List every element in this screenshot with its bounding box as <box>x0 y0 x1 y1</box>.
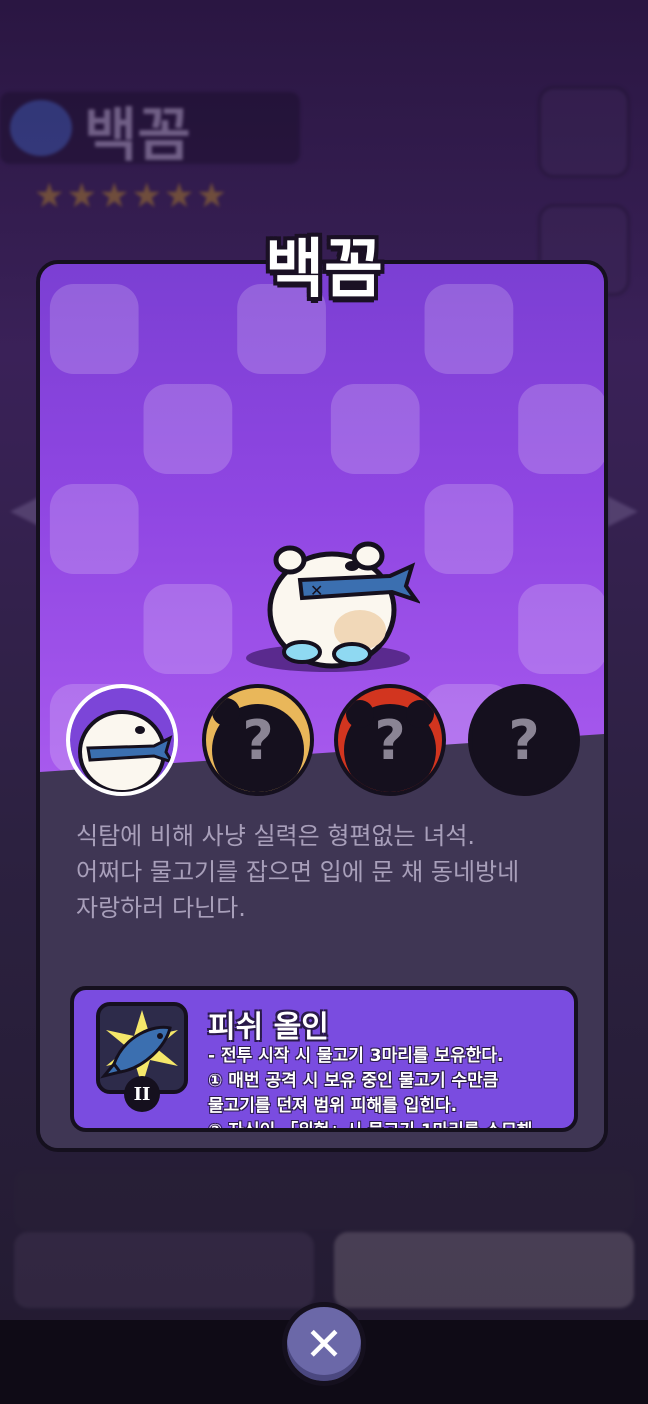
locked-label: ? <box>508 708 540 772</box>
skill-rank-badge: II <box>124 1076 160 1112</box>
bg-level-button <box>334 1232 634 1308</box>
skill-description[interactable]: - 전투 시작 시 물고기 3마리를 보유한다. ① 매번 공격 시 보유 중인… <box>208 1044 574 1132</box>
portrait-slot-1[interactable] <box>66 684 178 796</box>
bg-star-rating: ★★★★★★ <box>34 176 229 216</box>
bg-class-icon <box>10 100 72 156</box>
portrait-slot-4[interactable]: ? <box>468 684 580 796</box>
character-card: ✕ ? ? ? 식탐에 비해 사냥 실력은 형편없는 녀석. 어쩌다 물고기를 … <box>36 260 608 1152</box>
close-icon: ✕ <box>304 1317 344 1371</box>
locked-label: ? <box>242 708 274 772</box>
locked-label: ? <box>374 708 406 772</box>
skill-description-line: ② 자신이 「위험」시 물고기 1마리를 소모해 <box>208 1121 533 1132</box>
bear-character: ✕ <box>267 541 420 669</box>
skill-description-line: 물고기를 던져 범위 피해를 입힌다. <box>208 1096 458 1116</box>
svg-text:✕: ✕ <box>310 581 323 600</box>
skill-panel[interactable]: II 피쉬 올인 - 전투 시작 시 물고기 3마리를 보유한다. ① 매번 공… <box>70 986 578 1132</box>
portrait-slot-2[interactable]: ? <box>202 684 314 796</box>
description-line: 어쩌다 물고기를 잡으면 입에 문 채 동네방네 <box>76 858 520 886</box>
bear-portrait-icon <box>70 688 174 792</box>
modal-title: 백꼼 <box>265 233 383 307</box>
bg-stat-row <box>14 1170 634 1230</box>
description-line: 식탐에 비해 사냥 실력은 형편없는 녀석. <box>76 822 476 850</box>
bg-side-button-1 <box>538 86 630 178</box>
portrait-slot-3[interactable]: ? <box>334 684 446 796</box>
bg-next-arrow-icon: ▶ <box>607 486 638 532</box>
skill-description-line: ① 매번 공격 시 보유 중인 물고기 수만큼 <box>208 1071 499 1091</box>
bg-skill-button <box>14 1232 314 1308</box>
bg-character-name: 백꼼 <box>84 101 191 169</box>
description-line: 자랑하러 다닌다. <box>76 894 246 922</box>
skill-description-line: - 전투 시작 시 물고기 3마리를 보유한다. <box>208 1046 504 1066</box>
close-button[interactable]: ✕ <box>282 1302 366 1386</box>
skill-name: 피쉬 올인 <box>208 1010 329 1045</box>
character-description: 식탐에 비해 사냥 실력은 형편없는 녀석. 어쩌다 물고기를 잡으면 입에 문… <box>76 818 576 926</box>
